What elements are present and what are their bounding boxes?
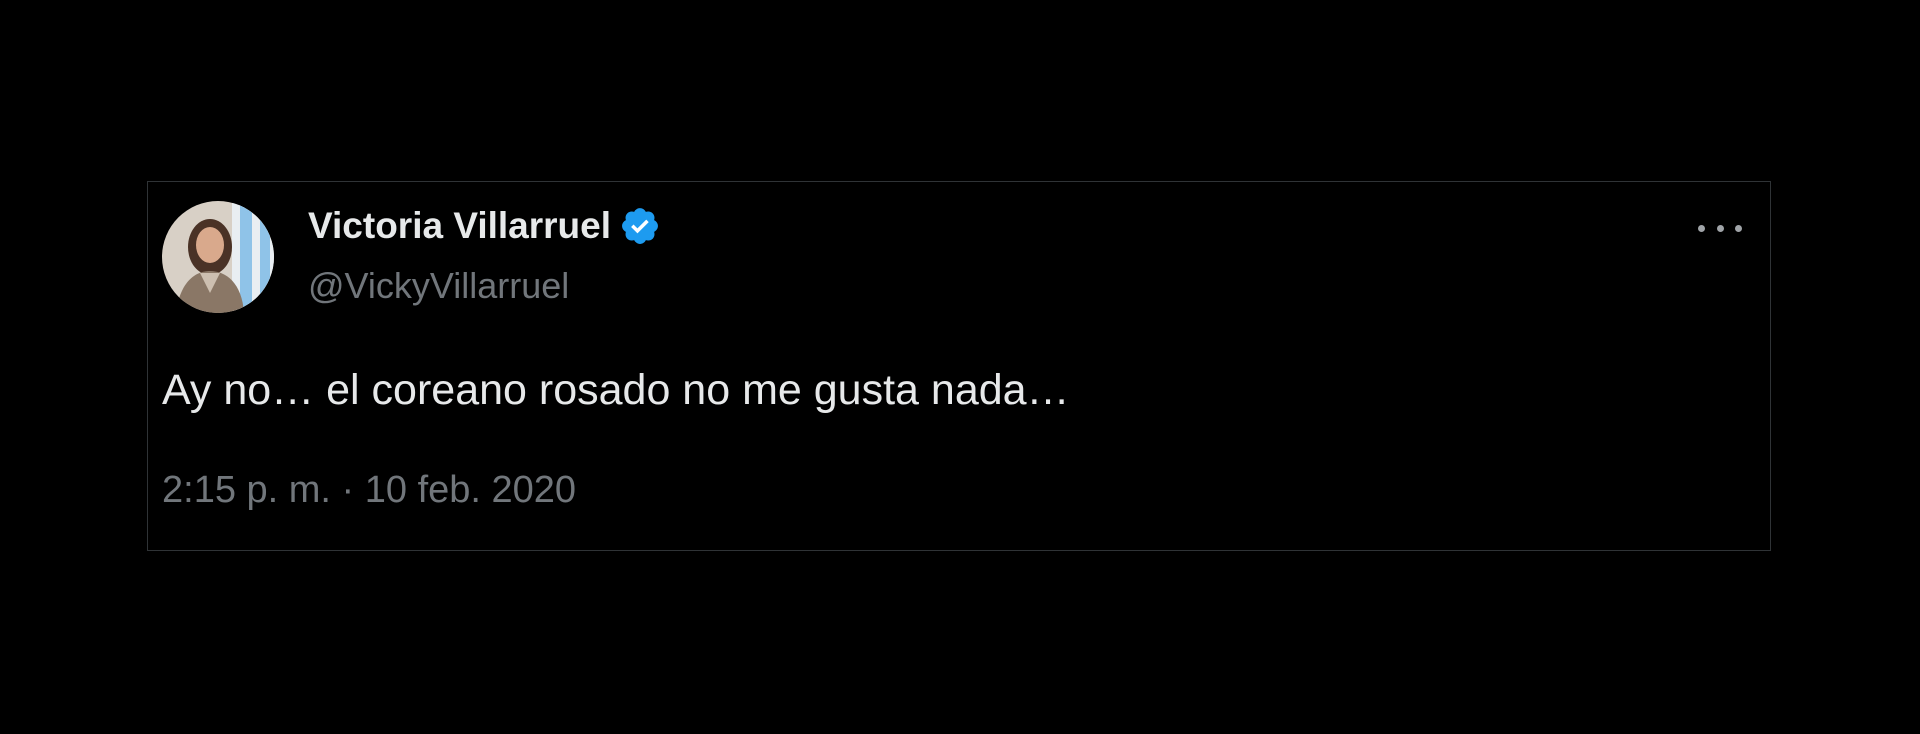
tweet-text: Ay no… el coreano rosado no me gusta nad… — [162, 366, 1070, 414]
author-handle[interactable]: @VickyVillarruel — [308, 264, 569, 308]
avatar-image — [162, 201, 274, 313]
author-display-name[interactable]: Victoria Villarruel — [308, 204, 611, 248]
verified-badge-icon — [619, 205, 661, 247]
more-options-button[interactable] — [1698, 218, 1742, 238]
tweet-timestamp[interactable]: 2:15 p. m. · 10 feb. 2020 — [162, 467, 576, 513]
tweet-card[interactable]: Victoria Villarruel @VickyVillarruel Ay … — [147, 181, 1771, 551]
more-horizontal-icon-dot — [1716, 224, 1724, 232]
more-horizontal-icon-dot — [1735, 224, 1742, 232]
avatar[interactable] — [162, 201, 274, 313]
more-horizontal-icon-dot — [1698, 224, 1705, 232]
author-name-row[interactable]: Victoria Villarruel — [308, 204, 661, 248]
